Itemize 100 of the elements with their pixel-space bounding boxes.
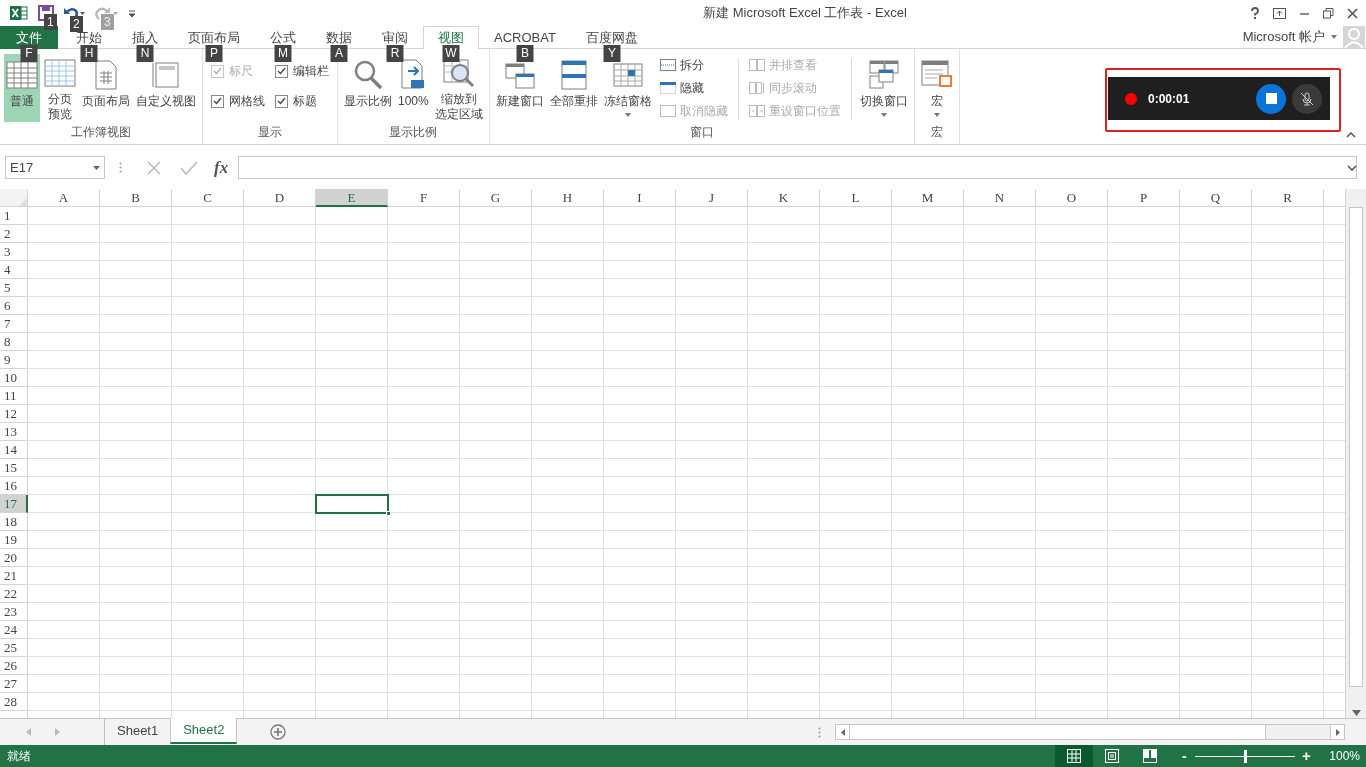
group-label: 显示比例 bbox=[388, 124, 439, 140]
checkmark-icon bbox=[213, 97, 222, 105]
sheet-tab[interactable]: Sheet1 bbox=[105, 718, 171, 744]
column-header[interactable]: C bbox=[172, 189, 244, 207]
normal-view-button[interactable] bbox=[1055, 745, 1094, 767]
row-header[interactable]: 3 bbox=[0, 243, 28, 261]
insert-function-button[interactable]: fx bbox=[214, 154, 229, 181]
row-header[interactable]: 23 bbox=[0, 603, 28, 621]
row-header[interactable]: 26 bbox=[0, 657, 28, 675]
row-header[interactable]: 8 bbox=[0, 333, 28, 351]
row-header[interactable]: 9 bbox=[0, 351, 28, 369]
selected-cell[interactable] bbox=[315, 494, 389, 514]
account-name[interactable]: Microsoft 帐户 bbox=[1242, 26, 1325, 47]
sheet-tab[interactable]: Sheet2 bbox=[170, 718, 238, 744]
ribbon-button[interactable]: 拆分 bbox=[659, 54, 728, 75]
column-header[interactable]: M bbox=[892, 189, 964, 207]
grip-icon bbox=[818, 726, 822, 738]
row-header[interactable]: 2 bbox=[0, 225, 28, 243]
name-box[interactable]: E17 bbox=[5, 156, 105, 179]
ribbon-button[interactable]: 分页 预览 bbox=[42, 54, 78, 122]
row-header[interactable]: 11 bbox=[0, 387, 28, 405]
scroll-right-icon bbox=[1335, 728, 1340, 736]
row-header[interactable]: 15 bbox=[0, 459, 28, 477]
row-header[interactable]: 25 bbox=[0, 639, 28, 657]
keytip-tooltip: A bbox=[330, 45, 348, 62]
column-header[interactable]: R bbox=[1252, 189, 1324, 207]
column-header[interactable]: P bbox=[1108, 189, 1180, 207]
row-header[interactable]: 13 bbox=[0, 423, 28, 441]
ribbon-button[interactable]: 宏 bbox=[918, 54, 955, 122]
row-header[interactable]: 28 bbox=[0, 693, 28, 711]
checkbox[interactable]: 标题 bbox=[275, 92, 329, 110]
scroll-left-icon bbox=[840, 728, 845, 736]
cell-grid[interactable] bbox=[28, 207, 1345, 718]
column-header[interactable]: D bbox=[244, 189, 316, 207]
caret-icon bbox=[1331, 34, 1337, 39]
column-header[interactable]: L bbox=[820, 189, 892, 207]
column-header[interactable]: Q bbox=[1180, 189, 1252, 207]
table-icon bbox=[6, 60, 38, 90]
column-header[interactable]: E bbox=[316, 189, 388, 207]
zoom-slider-thumb[interactable] bbox=[1243, 749, 1247, 763]
close-icon[interactable] bbox=[1347, 7, 1358, 19]
row-header[interactable]: 4 bbox=[0, 261, 28, 279]
column-header[interactable]: N bbox=[964, 189, 1036, 207]
row-header[interactable]: 7 bbox=[0, 315, 28, 333]
row-header[interactable]: 17 bbox=[0, 495, 28, 513]
ribbon-button[interactable]: 切换窗口 bbox=[857, 54, 910, 122]
zoom-out-button[interactable]: - bbox=[1179, 745, 1190, 767]
collapse-ribbon-icon[interactable] bbox=[1346, 132, 1356, 138]
column-header[interactable]: B bbox=[100, 189, 172, 207]
fill-handle[interactable] bbox=[386, 511, 391, 516]
microphone-button[interactable] bbox=[1292, 83, 1322, 114]
column-header[interactable]: J bbox=[676, 189, 748, 207]
row-header[interactable]: 19 bbox=[0, 531, 28, 549]
row-header[interactable]: 5 bbox=[0, 279, 28, 297]
vertical-scrollbar[interactable] bbox=[1345, 189, 1366, 718]
checkbox[interactable]: 编辑栏 bbox=[275, 62, 329, 80]
row-header[interactable]: 10 bbox=[0, 369, 28, 387]
row-header[interactable]: 1 bbox=[0, 207, 28, 225]
column-header[interactable]: F bbox=[388, 189, 460, 207]
scroll-left-icon bbox=[26, 728, 31, 736]
column-header[interactable]: K bbox=[748, 189, 820, 207]
macro-sheet-icon bbox=[920, 60, 953, 90]
column-header[interactable]: I bbox=[604, 189, 676, 207]
check-icon bbox=[180, 159, 198, 176]
zoom-level[interactable]: 100% bbox=[1329, 747, 1360, 765]
undo-button[interactable] bbox=[64, 7, 78, 19]
row-header[interactable]: 22 bbox=[0, 585, 28, 603]
cancel-icon bbox=[146, 159, 162, 176]
column-header[interactable]: G bbox=[460, 189, 532, 207]
row-header[interactable]: 12 bbox=[0, 405, 28, 423]
keytip-tooltip: R bbox=[386, 45, 404, 62]
zoom-in-button[interactable]: + bbox=[1301, 744, 1312, 767]
row-header[interactable]: 20 bbox=[0, 549, 28, 567]
help-icon[interactable] bbox=[1250, 7, 1260, 19]
restore-icon[interactable] bbox=[1323, 7, 1334, 19]
grid-icon bbox=[612, 62, 643, 90]
row-header[interactable]: 14 bbox=[0, 441, 28, 459]
row-header[interactable]: 21 bbox=[0, 567, 28, 585]
ribbon-button[interactable]: 全部重排 bbox=[547, 54, 600, 122]
horizontal-scrollbar[interactable] bbox=[835, 724, 1346, 740]
table-icon bbox=[44, 58, 76, 88]
ribbon-button[interactable]: 隐藏 bbox=[659, 77, 728, 98]
row-header[interactable]: 27 bbox=[0, 675, 28, 693]
excel-logo-icon bbox=[10, 5, 28, 21]
add-sheet-icon[interactable] bbox=[270, 724, 287, 740]
column-header[interactable]: O bbox=[1036, 189, 1108, 207]
checkbox[interactable]: 网格线 bbox=[211, 92, 265, 110]
keytip-tooltip: 1 bbox=[44, 14, 57, 30]
expand-icon[interactable] bbox=[1347, 164, 1357, 171]
ribbon-tab[interactable]: 视图 bbox=[423, 26, 479, 49]
row-header[interactable]: 24 bbox=[0, 621, 28, 639]
stop-button[interactable] bbox=[1256, 83, 1286, 114]
row-header[interactable]: 18 bbox=[0, 513, 28, 531]
ribbon-display-icon[interactable] bbox=[1273, 7, 1286, 19]
formula-input[interactable] bbox=[238, 156, 1357, 179]
file-tab[interactable]: 文件 bbox=[0, 26, 58, 49]
column-header[interactable]: H bbox=[532, 189, 604, 207]
row-header[interactable]: 6 bbox=[0, 297, 28, 315]
scroll-thumb[interactable] bbox=[850, 725, 1267, 739]
column-header[interactable]: A bbox=[28, 189, 100, 207]
